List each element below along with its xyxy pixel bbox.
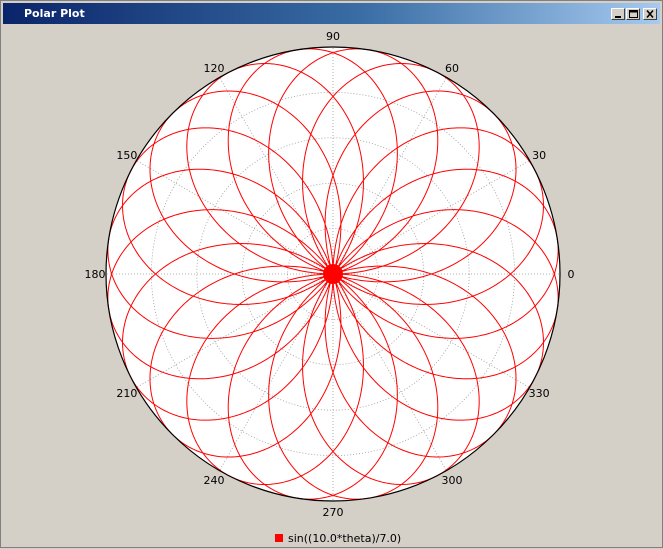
maximize-icon — [629, 10, 638, 18]
angle-tick-label: 210 — [116, 387, 137, 400]
close-button[interactable] — [643, 8, 657, 20]
title-bar[interactable]: Polar Plot — [3, 3, 660, 24]
minimize-icon — [615, 16, 621, 18]
legend: sin((10.0*theta)/7.0) — [275, 532, 401, 545]
angle-tick-label: 0 — [568, 268, 575, 281]
angle-tick-label: 180 — [85, 268, 106, 281]
angle-tick-label: 60 — [445, 62, 459, 75]
angle-tick-label: 30 — [532, 149, 546, 162]
angle-tick-label: 120 — [204, 62, 225, 75]
chart-area: 0 30 60 90 120 150 180 210 240 270 300 330 sin((10.… — [3, 25, 660, 545]
legend-label: sin((10.0*theta)/7.0) — [288, 532, 401, 545]
window-title: Polar Plot — [24, 7, 85, 20]
angle-tick-label: 240 — [204, 474, 225, 487]
angle-tick-label: 150 — [116, 149, 137, 162]
angle-tick-label: 300 — [442, 474, 463, 487]
plot-window: Polar Plot 0 30 60 90 120 150 180 210 240 270 300 3… — [0, 0, 663, 548]
close-icon — [646, 9, 654, 19]
legend-swatch — [275, 534, 283, 542]
series-center-marker — [323, 264, 343, 284]
minimize-button[interactable] — [611, 8, 625, 20]
maximize-button[interactable] — [626, 8, 640, 20]
polar-plot: 0 30 60 90 120 150 180 210 240 270 300 330 sin((10.… — [85, 30, 575, 545]
angle-tick-label: 90 — [326, 30, 340, 43]
angle-tick-label: 270 — [323, 506, 344, 519]
angle-tick-label: 330 — [529, 387, 550, 400]
